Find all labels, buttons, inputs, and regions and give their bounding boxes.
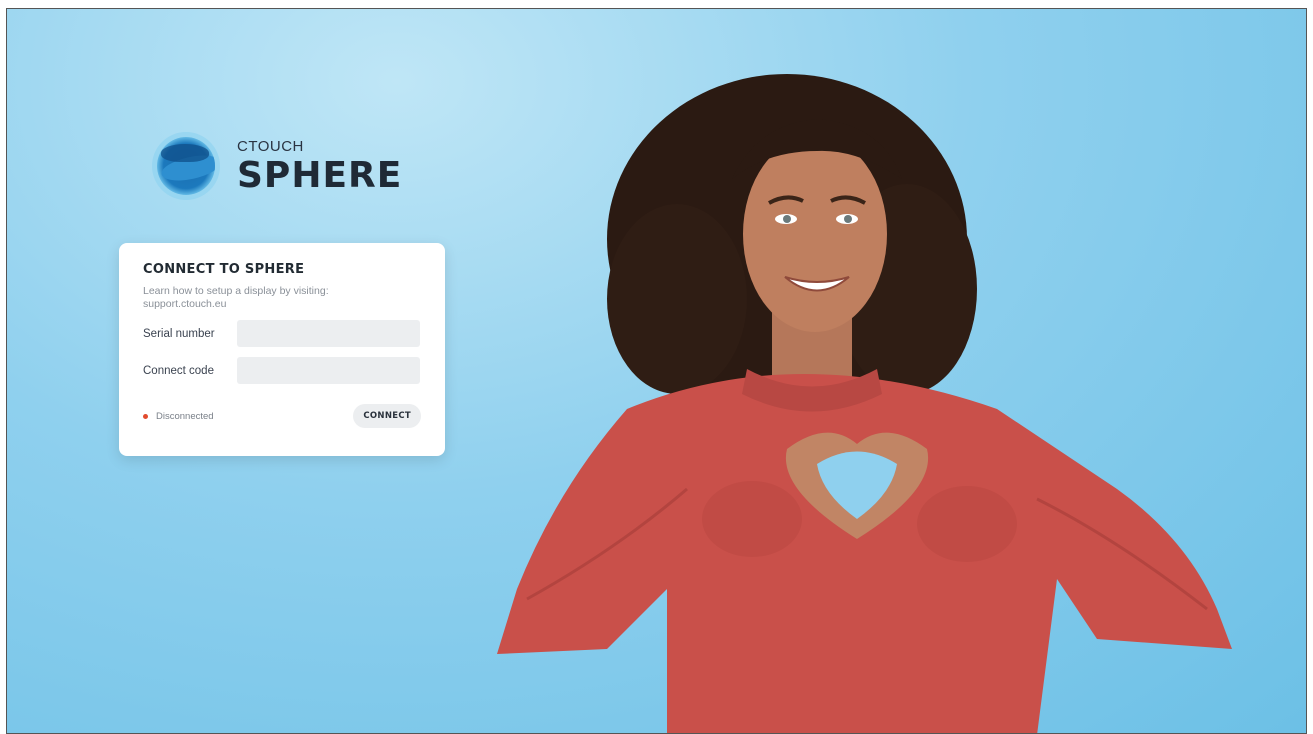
connection-status: Disconnected [143,411,214,422]
sphere-connect-screen: CTOUCH SPHERE CONNECT TO SPHERE Learn ho… [6,8,1307,734]
status-text: Disconnected [156,410,214,422]
serial-number-row: Serial number [143,320,421,348]
card-footer: Disconnected CONNECT [143,404,421,429]
connect-button[interactable]: CONNECT [353,404,421,429]
connect-code-input[interactable] [237,357,420,385]
serial-number-input[interactable] [237,320,420,348]
logo-brand-small: CTOUCH [237,137,304,155]
card-description: Learn how to setup a display by visiting… [143,285,329,310]
connect-code-row: Connect code [143,357,421,385]
card-title: CONNECT TO SPHERE [143,262,305,277]
hero-photo [497,74,1232,733]
serial-number-label: Serial number [143,327,215,340]
logo-brand-big: SPHERE [237,154,403,196]
face-shape [743,136,887,332]
connect-card: CONNECT TO SPHERE Learn how to setup a d… [119,243,445,456]
sweater-shape [497,374,1232,733]
ctouch-sphere-logo: CTOUCH SPHERE [157,137,402,195]
status-dot-icon [143,413,148,419]
sphere-logo-icon [157,137,215,195]
connect-code-label: Connect code [143,364,214,377]
